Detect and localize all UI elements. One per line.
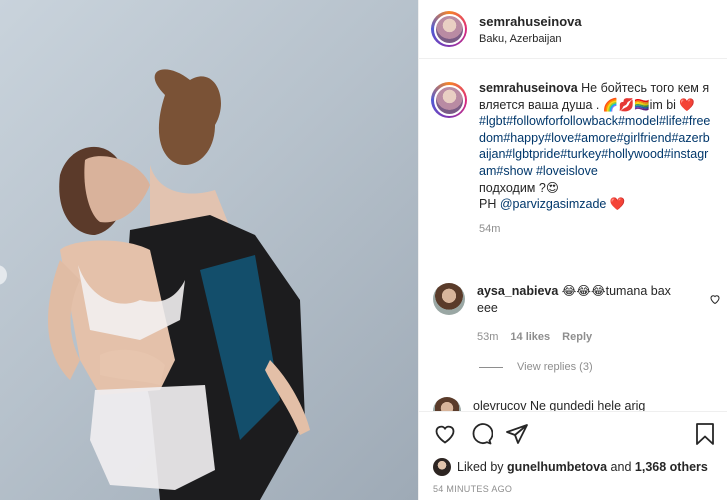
caption-body: semrahuseinova Не бойтесь того кем являе… <box>479 80 714 237</box>
liker-avatar[interactable] <box>433 458 451 476</box>
photo-illustration <box>48 69 310 500</box>
partial-comment-text: olevrucov Ne gundedi hele arig <box>473 399 646 411</box>
comment-time[interactable]: 53m <box>477 329 498 346</box>
comment-body: aysa_nabieva 😂😂😂tumana bax eee 53m 14 li… <box>477 283 677 346</box>
credit-mention[interactable]: @parvizgasimzade <box>500 197 606 211</box>
action-bar: Liked by gunelhumbetova and 1,368 others… <box>419 411 727 500</box>
avatar-image <box>433 84 465 116</box>
likes-summary: Liked by gunelhumbetova and 1,368 others <box>433 458 708 476</box>
comment-meta: 53m 14 likes Reply <box>477 329 677 346</box>
caption-hashtags[interactable]: #lgbt#followforfollowback#model#life#fre… <box>479 114 710 178</box>
replies-divider <box>479 366 503 368</box>
share-icon[interactable] <box>505 422 529 446</box>
credit-prefix: PH <box>479 197 497 212</box>
caption-time[interactable]: 54m <box>479 221 714 238</box>
comment-reply-button[interactable]: Reply <box>562 329 592 346</box>
post-location[interactable]: Baku, Azerbaijan <box>479 33 582 45</box>
action-icons <box>433 422 529 446</box>
likes-middle: and <box>610 460 632 474</box>
liker-username[interactable]: gunelhumbetova <box>507 460 607 474</box>
post-timestamp[interactable]: 54 MINUTES AGO <box>433 484 512 494</box>
view-replies-label: View replies (3) <box>517 361 593 373</box>
avatar-image <box>433 13 465 45</box>
caption-username[interactable]: semrahuseinova <box>479 81 578 95</box>
commenter-username[interactable]: aysa_nabieva <box>477 284 558 298</box>
author-username[interactable]: semrahuseinova <box>479 14 582 29</box>
likes-count[interactable]: 1,368 others <box>635 460 708 474</box>
partial-commenter-avatar[interactable] <box>433 397 461 411</box>
post-photo[interactable] <box>0 0 418 500</box>
view-replies-button[interactable]: View replies (3) <box>479 361 593 373</box>
comment-icon[interactable] <box>469 422 493 446</box>
partial-comment: olevrucov Ne gundedi hele arig <box>431 397 721 411</box>
credit-suffix: ❤️ <box>609 197 626 212</box>
author-avatar[interactable] <box>431 11 467 47</box>
commenter-avatar[interactable] <box>433 283 465 315</box>
caption: semrahuseinova Не бойтесь того кем являе… <box>431 80 721 237</box>
comment-likes[interactable]: 14 likes <box>510 329 550 346</box>
bookmark-icon[interactable] <box>694 422 716 446</box>
likes-prefix: Liked by <box>457 460 504 474</box>
caption-text-2: подходим ?😍 <box>479 180 559 195</box>
caption-avatar[interactable] <box>431 82 467 118</box>
post: semrahuseinova Baku, Azerbaijan semrahus… <box>0 0 727 500</box>
header-text: semrahuseinova Baku, Azerbaijan <box>479 14 582 45</box>
heart-icon[interactable] <box>433 422 457 446</box>
comment-like-heart-icon[interactable] <box>709 293 721 305</box>
comment: aysa_nabieva 😂😂😂tumana bax eee 53m 14 li… <box>431 283 721 346</box>
post-header: semrahuseinova Baku, Azerbaijan <box>419 0 727 59</box>
post-side-panel: semrahuseinova Baku, Azerbaijan semrahus… <box>418 0 727 500</box>
